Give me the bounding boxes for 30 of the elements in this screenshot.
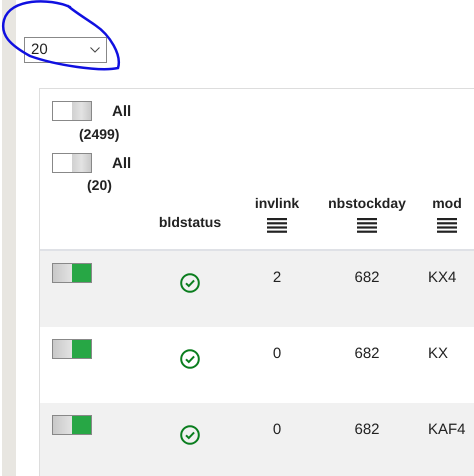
table-cell: 0 [272, 345, 282, 362]
check-circle-icon [180, 273, 200, 293]
toggle-switch[interactable] [52, 101, 92, 121]
menu-icon[interactable] [357, 218, 377, 233]
table-cell: 682 [354, 421, 380, 438]
toggle-switch[interactable] [52, 415, 92, 435]
menu-icon[interactable] [437, 218, 457, 233]
table-cell: 0 [272, 421, 282, 438]
menu-icon[interactable] [267, 218, 287, 233]
table-cell: 682 [354, 345, 380, 362]
column-header: invlink [254, 194, 300, 213]
table-cell: KX4 [428, 269, 456, 286]
check-circle-icon [180, 425, 200, 445]
table-cell: KX [428, 345, 448, 362]
table-cell: KAF4 [428, 421, 466, 438]
column-header: bldstatus [158, 213, 222, 232]
column-header: nbstockday [328, 194, 406, 213]
filter-label: All [112, 154, 132, 172]
toggle-switch[interactable] [52, 152, 92, 172]
caret-icon [90, 47, 100, 53]
filter-label: All [112, 103, 132, 120]
column-header: mod [432, 194, 462, 213]
filter-count: (20) [87, 176, 113, 195]
toggle-switch[interactable] [52, 339, 92, 359]
filter-count: (2499) [79, 124, 120, 144]
page-size-select[interactable]: 20 [24, 37, 107, 63]
table-cell: 2 [272, 269, 282, 286]
check-circle-icon [180, 349, 200, 369]
toggle-switch[interactable] [52, 263, 92, 283]
table-cell: 682 [354, 269, 380, 286]
